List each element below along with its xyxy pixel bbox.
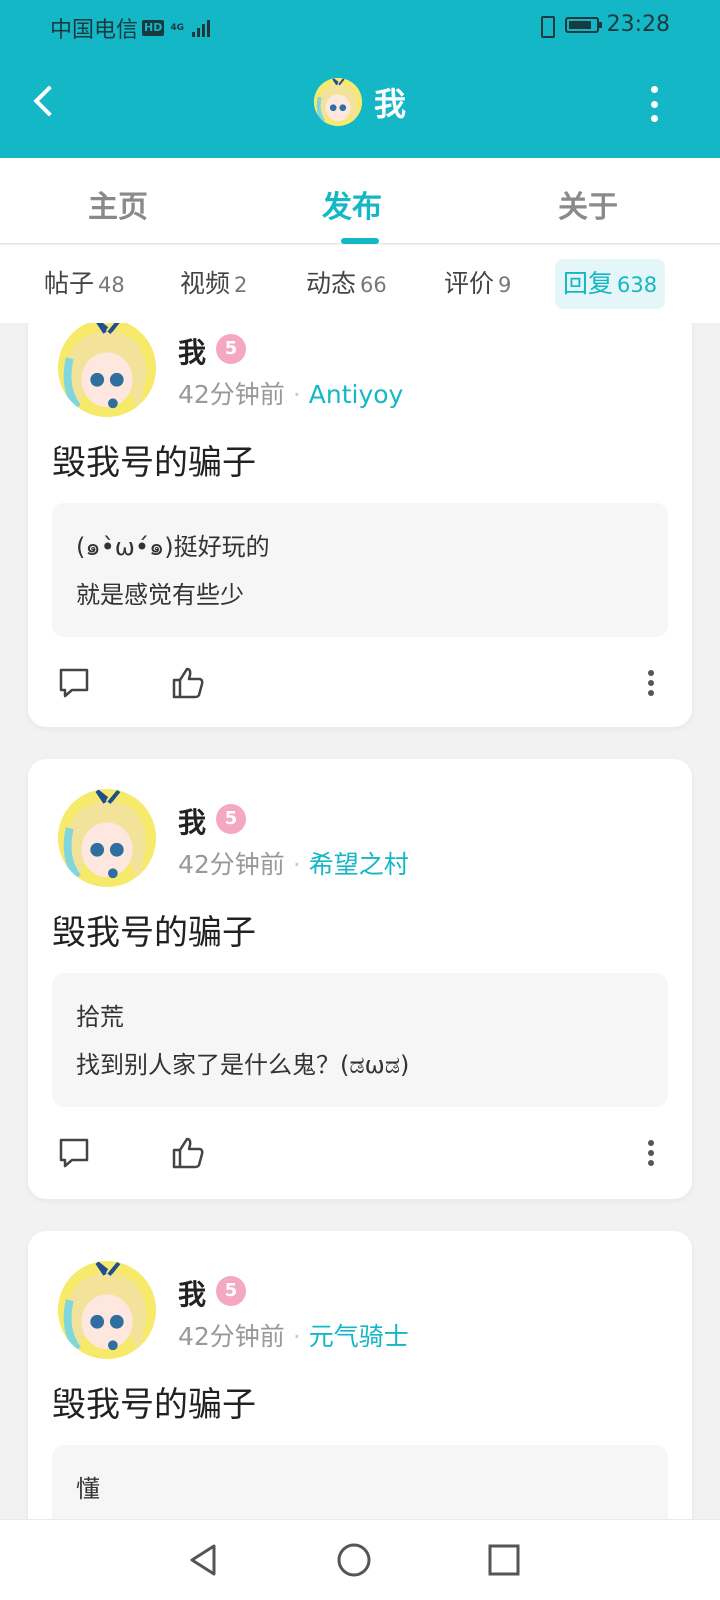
subtab-label: 帖子	[44, 269, 95, 298]
subtab-label: 动态	[306, 269, 357, 298]
quoted-reply[interactable]: (๑•̀ω•́๑)挺好玩的 就是感觉有些少	[52, 503, 668, 637]
subtab-label: 评价	[444, 269, 495, 298]
status-right: 23:28	[535, 12, 670, 38]
meta-separator: ·	[292, 380, 301, 409]
post-title[interactable]: 毁我号的骗子	[52, 1377, 256, 1426]
quote-line: 就是感觉有些少	[76, 581, 244, 609]
reply-card[interactable]: 我 5 42分钟前 · 希望之村 毁我号的骗子 拾荒 找到别人家了是什么鬼？(ಡωಡ…	[28, 759, 692, 1199]
username[interactable]: 我	[178, 331, 206, 371]
post-time: 42分钟前	[178, 380, 285, 409]
like-icon[interactable]	[170, 665, 206, 701]
reply-card[interactable]: 我 5 42分钟前 · 元气骑士 毁我号的骗子 懂	[28, 1231, 692, 1519]
tab-publish[interactable]: 发布	[322, 182, 382, 226]
battery-icon	[564, 16, 602, 33]
avatar[interactable]	[58, 1261, 156, 1359]
status-bar: 中国电信 HD 4G 23:28	[0, 0, 720, 50]
level-badge: 5	[216, 1276, 246, 1306]
subtab-videos[interactable]: 视频 2	[172, 259, 255, 309]
active-tab-indicator	[341, 238, 379, 244]
username[interactable]: 我	[178, 1273, 206, 1313]
quote-line: (๑•̀ω•́๑)挺好玩的	[76, 533, 270, 561]
nav-recents-icon[interactable]	[484, 1540, 524, 1580]
post-title[interactable]: 毁我号的骗子	[52, 905, 256, 954]
subtab-reviews[interactable]: 评价 9	[436, 259, 519, 309]
system-nav-bar	[0, 1519, 720, 1600]
avatar[interactable]	[58, 323, 156, 417]
post-time: 42分钟前	[178, 850, 285, 879]
card-actions	[56, 665, 666, 705]
subtab-count: 66	[360, 273, 387, 297]
app-bar: 我	[0, 50, 720, 158]
meta-separator: ·	[292, 850, 301, 879]
subtab-replies[interactable]: 回复 638	[555, 259, 666, 309]
carrier-label: 中国电信	[50, 18, 139, 43]
vibrate-icon	[535, 15, 557, 38]
subtab-count: 9	[498, 273, 512, 297]
post-title[interactable]: 毁我号的骗子	[52, 435, 256, 484]
game-link[interactable]: Antiyoy	[309, 380, 404, 409]
reply-feed[interactable]: 我 5 42分钟前 · Antiyoy 毁我号的骗子 (๑•̀ω•́๑)挺好玩的 就…	[0, 323, 720, 1519]
tab-about[interactable]: 关于	[558, 182, 618, 226]
level-badge: 5	[216, 334, 246, 364]
more-icon[interactable]	[644, 1135, 658, 1171]
post-meta: 42分钟前 · Antiyoy	[178, 375, 403, 411]
username[interactable]: 我	[178, 801, 206, 841]
comment-icon[interactable]	[56, 1135, 92, 1171]
subtab-count: 638	[617, 273, 658, 297]
page-title: 我	[373, 85, 406, 123]
nav-back-icon[interactable]	[184, 1540, 224, 1580]
nav-home-icon[interactable]	[334, 1540, 374, 1580]
network-type-label: 4G	[170, 22, 185, 33]
game-link[interactable]: 希望之村	[309, 850, 409, 879]
post-time: 42分钟前	[178, 1322, 285, 1351]
game-link[interactable]: 元气骑士	[309, 1322, 409, 1351]
level-badge: 5	[216, 804, 246, 834]
subtab-label: 回复	[563, 269, 614, 298]
more-options-button[interactable]	[644, 86, 664, 122]
tab-home[interactable]: 主页	[88, 182, 148, 226]
signal-icon	[192, 19, 211, 37]
meta-separator: ·	[292, 1322, 301, 1351]
post-meta: 42分钟前 · 元气骑士	[178, 1317, 409, 1353]
quoted-reply[interactable]: 拾荒 找到别人家了是什么鬼？(ಡωಡ)	[52, 973, 668, 1107]
title-group: 我	[0, 78, 720, 126]
hd-icon: HD	[142, 20, 165, 36]
clock: 23:28	[606, 12, 670, 37]
quoted-reply[interactable]: 懂	[52, 1445, 668, 1519]
post-meta: 42分钟前 · 希望之村	[178, 845, 409, 881]
avatar[interactable]	[58, 789, 156, 887]
subtab-bar: 帖子 48 视频 2 动态 66 评价 9 回复 638	[0, 245, 720, 323]
subtab-moments[interactable]: 动态 66	[298, 259, 395, 309]
subtab-count: 2	[234, 273, 248, 297]
subtab-posts[interactable]: 帖子 48	[36, 259, 133, 309]
title-avatar[interactable]	[313, 78, 362, 126]
tab-bar: 主页 发布 关于	[0, 158, 720, 244]
card-actions	[56, 1135, 666, 1175]
comment-icon[interactable]	[56, 665, 92, 701]
subtab-count: 48	[98, 273, 125, 297]
quote-line: 拾荒	[76, 1003, 124, 1031]
reply-card[interactable]: 我 5 42分钟前 · Antiyoy 毁我号的骗子 (๑•̀ω•́๑)挺好玩的 就…	[28, 323, 692, 727]
status-left: 中国电信 HD 4G	[50, 12, 211, 44]
more-icon[interactable]	[644, 665, 658, 701]
subtab-label: 视频	[180, 269, 231, 298]
like-icon[interactable]	[170, 1135, 206, 1171]
quote-line: 找到别人家了是什么鬼？(ಡωಡ)	[76, 1051, 410, 1079]
quote-line: 懂	[76, 1475, 100, 1503]
